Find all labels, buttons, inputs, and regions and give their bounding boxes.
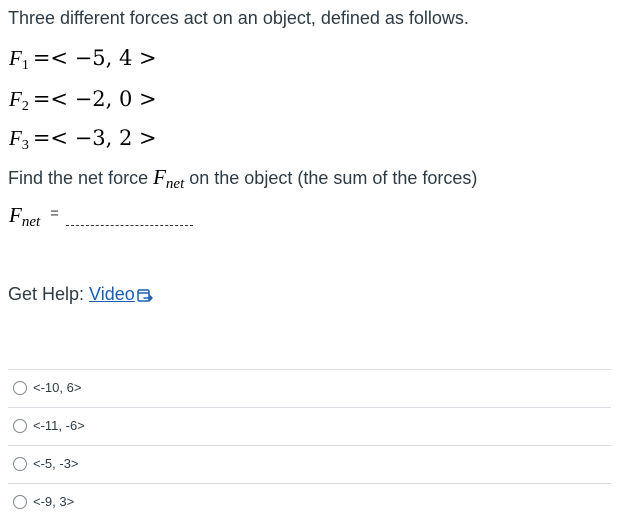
force-1: F1 =< −5, 4 > xyxy=(9,44,157,80)
force-2-vector: =< −2, 0 > xyxy=(32,87,157,111)
force-3-vector: =< −3, 2 > xyxy=(32,126,157,150)
radio-button[interactable] xyxy=(13,495,27,509)
answer-fnet-subscript: net xyxy=(21,214,41,230)
force-2-symbol: F xyxy=(9,87,22,111)
force-2: F2 =< −2, 0 > xyxy=(9,85,157,121)
radio-button[interactable] xyxy=(13,457,27,471)
choice-option[interactable]: <-5, -3> xyxy=(8,445,611,483)
choice-label[interactable]: <-11, -6> xyxy=(33,418,85,434)
answer-fnet: Fnet xyxy=(9,203,41,230)
answer-blank[interactable] xyxy=(66,225,193,226)
question-prompt: Find the net force Fnet on the object (t… xyxy=(8,164,477,197)
force-3-subscript: 3 xyxy=(21,138,29,153)
radio-button[interactable] xyxy=(13,419,27,433)
choice-option[interactable]: <-10, 6> xyxy=(8,369,611,407)
force-1-subscript: 1 xyxy=(21,58,29,73)
answer-equals: = xyxy=(50,205,59,222)
get-help-label: Get Help: xyxy=(8,284,90,304)
force-1-symbol: F xyxy=(9,46,22,70)
force-2-subscript: 2 xyxy=(21,99,29,114)
answer-row: Fnet = xyxy=(9,203,193,233)
video-link[interactable]: Video xyxy=(89,284,135,304)
external-window-icon[interactable] xyxy=(137,284,154,310)
choice-label[interactable]: <-9, 3> xyxy=(33,494,74,510)
force-3: F3 =< −3, 2 > xyxy=(9,124,157,160)
prompt-fnet: Fnet xyxy=(153,165,185,192)
problem-intro: Three different forces act on an object,… xyxy=(8,8,469,28)
prompt-fnet-symbol: F xyxy=(153,165,166,189)
get-help: Get Help: Video xyxy=(8,281,154,310)
prompt-fnet-subscript: net xyxy=(165,176,185,192)
choice-option[interactable]: <-9, 3> xyxy=(8,483,611,521)
choice-label[interactable]: <-5, -3> xyxy=(33,456,79,472)
choice-option[interactable]: <-11, -6> xyxy=(8,407,611,445)
prompt-after: on the object (the sum of the forces) xyxy=(184,168,478,188)
force-3-symbol: F xyxy=(9,126,22,150)
prompt-before: Find the net force xyxy=(8,168,154,188)
answer-fnet-symbol: F xyxy=(9,203,22,227)
force-1-vector: =< −5, 4 > xyxy=(32,46,157,70)
choice-label[interactable]: <-10, 6> xyxy=(33,380,81,396)
radio-button[interactable] xyxy=(13,381,27,395)
answer-choices: <-10, 6> <-11, -6> <-5, -3> <-9, 3> xyxy=(8,369,611,521)
